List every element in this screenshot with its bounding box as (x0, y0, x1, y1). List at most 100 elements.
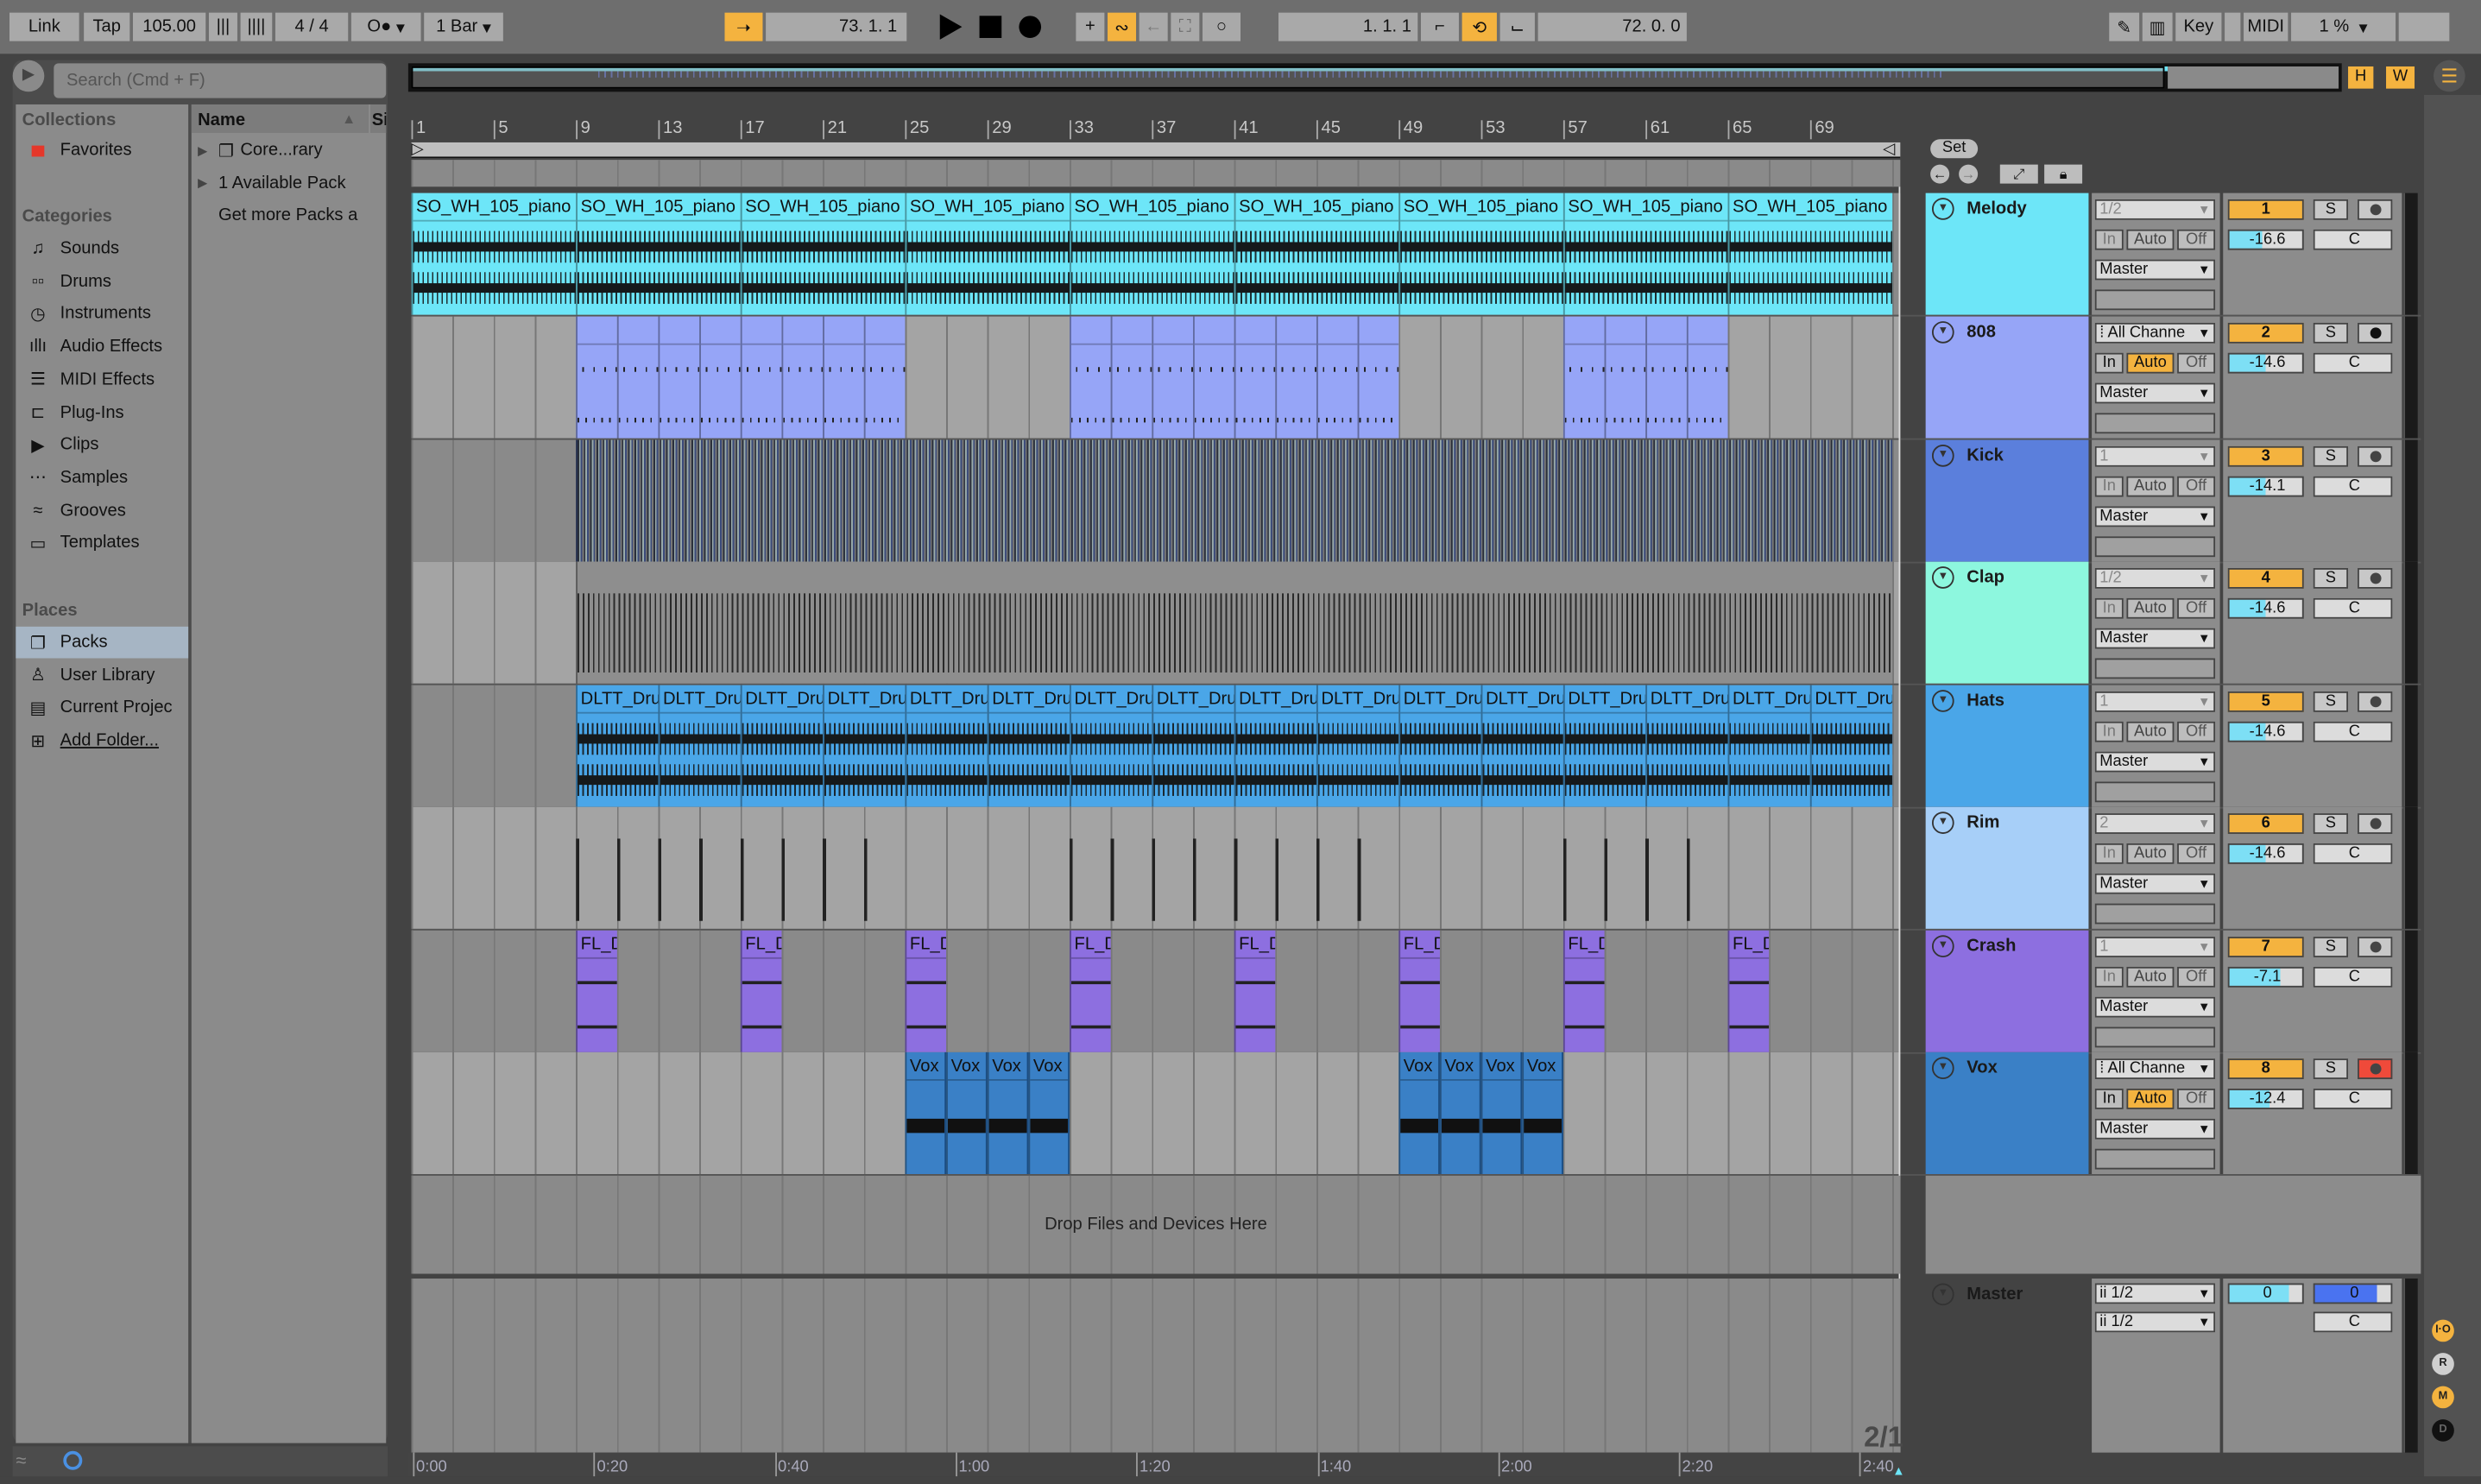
fold-icon[interactable]: ▼ (1931, 690, 1954, 712)
monitor-auto-button[interactable]: Auto (2126, 597, 2175, 619)
pan-field[interactable]: C (2313, 721, 2393, 742)
output-channel-box[interactable] (2094, 1026, 2216, 1048)
pan-field[interactable]: C (2313, 966, 2393, 988)
search-input[interactable]: Search (Cmd + F) (54, 63, 387, 98)
monitor-off-button[interactable]: Off (2177, 352, 2216, 374)
clip[interactable] (1152, 316, 1194, 439)
time-signature-field[interactable]: 4 / 4 (275, 12, 349, 41)
input-channel-dropdown[interactable]: 1/2 (2094, 199, 2216, 220)
automation-arm-icon[interactable]: ∾ (1108, 12, 1137, 41)
volume-field[interactable]: -14.6 (2227, 843, 2304, 864)
monitor-in-button[interactable]: In (2094, 352, 2124, 374)
sidebar-item-packs[interactable]: ❐ Packs (16, 626, 189, 659)
song-position-field[interactable]: 73. 1. 1 (766, 12, 907, 41)
cue-volume-field[interactable]: 0 (2313, 1283, 2393, 1304)
sidebar-item-clips[interactable]: ▶ Clips (16, 429, 188, 461)
master-pan-field[interactable]: C (2313, 1311, 2393, 1333)
track-header[interactable]: ▼ Melody (1925, 193, 2089, 315)
volume-field[interactable]: -7.1 (2227, 966, 2304, 988)
track-header[interactable]: ▼ Hats (1925, 685, 2089, 807)
next-locator-icon[interactable]: → (1959, 164, 1979, 184)
clip[interactable] (576, 439, 1893, 562)
sidebar-item-add-folder-[interactable]: ⊞ Add Folder... (16, 725, 188, 757)
monitor-auto-button[interactable]: Auto (2126, 476, 2175, 497)
clip[interactable]: DLTT_Dru (1070, 685, 1152, 807)
capture-icon[interactable]: ⛶ (1171, 12, 1200, 41)
output-dropdown[interactable]: Master (2094, 873, 2216, 894)
input-channel-dropdown[interactable]: 2 (2094, 813, 2216, 834)
monitor-in-button[interactable]: In (2094, 476, 2124, 497)
fold-icon[interactable]: ▼ (1931, 1283, 1954, 1306)
sidebar-item-midi-effects[interactable]: ☰ MIDI Effects (16, 363, 188, 395)
clip[interactable]: DLTT_Dru (1152, 685, 1234, 807)
volume-field[interactable]: -14.6 (2227, 352, 2304, 374)
output-dropdown[interactable]: Master (2094, 259, 2216, 281)
track-activator-button[interactable]: 2 (2227, 322, 2304, 344)
output-dropdown[interactable]: Master (2094, 751, 2216, 773)
column-header-size[interactable]: Si (369, 104, 387, 133)
monitor-off-button[interactable]: Off (2177, 597, 2216, 619)
volume-field[interactable]: -16.6 (2227, 229, 2304, 250)
clip[interactable]: DLTT_Dru (740, 685, 824, 807)
input-channel-dropdown[interactable]: 1 (2094, 445, 2216, 467)
fold-icon[interactable]: ▼ (1931, 935, 1954, 957)
clip[interactable]: Vox (1028, 1051, 1070, 1175)
clip[interactable] (823, 316, 864, 439)
clip[interactable] (1275, 316, 1316, 439)
clip[interactable]: SO_WH_105_piano (1234, 193, 1399, 315)
sidebar-item-grooves[interactable]: ≈ Grooves (16, 495, 188, 527)
clip[interactable]: SO_WH_105_piano (905, 193, 1070, 315)
input-channel-dropdown[interactable]: ⁞ All Channe (2094, 1058, 2216, 1080)
track-header[interactable]: ▼ Crash (1925, 930, 2089, 1052)
clip[interactable] (1357, 316, 1399, 439)
clip[interactable]: DLTT_Dru (1727, 685, 1810, 807)
overview-viewport[interactable] (411, 66, 2165, 89)
clip[interactable] (863, 316, 906, 439)
sidebar-item-sounds[interactable]: ♫ Sounds (16, 232, 188, 264)
pan-field[interactable]: C (2313, 352, 2393, 374)
overdub-icon[interactable]: + (1076, 12, 1105, 41)
arm-button[interactable] (2358, 813, 2393, 834)
sidebar-item-favorites[interactable]: Favorites (16, 135, 188, 167)
monitor-in-button[interactable]: In (2094, 966, 2124, 988)
stop-icon[interactable] (979, 16, 1002, 38)
solo-button[interactable]: S (2313, 1058, 2349, 1080)
clip[interactable] (1234, 316, 1276, 439)
clip[interactable] (1604, 316, 1646, 439)
output-channel-box[interactable] (2094, 289, 2216, 311)
arm-button[interactable] (2358, 199, 2393, 220)
master-input-dropdown[interactable]: ii 1/2 (2094, 1283, 2216, 1304)
cue-output-dropdown[interactable]: ii 1/2 (2094, 1311, 2216, 1333)
clip[interactable]: SO_WH_105_piano (1562, 193, 1728, 315)
solo-button[interactable]: S (2313, 445, 2349, 467)
loop-length-field[interactable]: 72. 0. 0 (1537, 12, 1687, 41)
clip[interactable]: DLTT_Dru (987, 685, 1070, 807)
expand-arrow-icon[interactable]: ▶ (198, 143, 211, 157)
clip[interactable]: FL_D (740, 930, 782, 1052)
arm-button[interactable] (2358, 691, 2393, 712)
monitor-auto-button[interactable]: Auto (2126, 843, 2175, 864)
tap-tempo-button[interactable]: Tap (84, 12, 130, 41)
clip[interactable]: FL_D (1727, 930, 1770, 1052)
clip[interactable]: SO_WH_105_piano (1070, 193, 1234, 315)
arm-button[interactable] (2358, 1058, 2393, 1080)
arm-button[interactable] (2358, 568, 2393, 589)
clip[interactable]: DLTT_Dru (1480, 685, 1563, 807)
sidebar-item-user-library[interactable]: ♙ User Library (16, 660, 188, 691)
session-record-icon[interactable]: ○ (1203, 12, 1241, 41)
input-channel-dropdown[interactable]: 1 (2094, 937, 2216, 957)
output-dropdown[interactable]: Master (2094, 628, 2216, 649)
clip[interactable] (576, 316, 617, 439)
clip[interactable]: Vox (1480, 1051, 1523, 1175)
monitor-in-button[interactable]: In (2094, 1089, 2124, 1109)
track-header[interactable]: ▼ Clap (1925, 561, 2089, 684)
key-map-button[interactable]: Key (2175, 12, 2222, 41)
clip[interactable] (576, 561, 1893, 684)
master-volume-field[interactable]: 0 (2227, 1283, 2304, 1304)
clip[interactable] (1562, 807, 1728, 929)
input-channel-dropdown[interactable]: 1/2 (2094, 568, 2216, 589)
output-channel-box[interactable] (2094, 781, 2216, 803)
solo-button[interactable]: S (2313, 691, 2349, 712)
clip[interactable] (740, 316, 782, 439)
solo-button[interactable]: S (2313, 199, 2349, 220)
